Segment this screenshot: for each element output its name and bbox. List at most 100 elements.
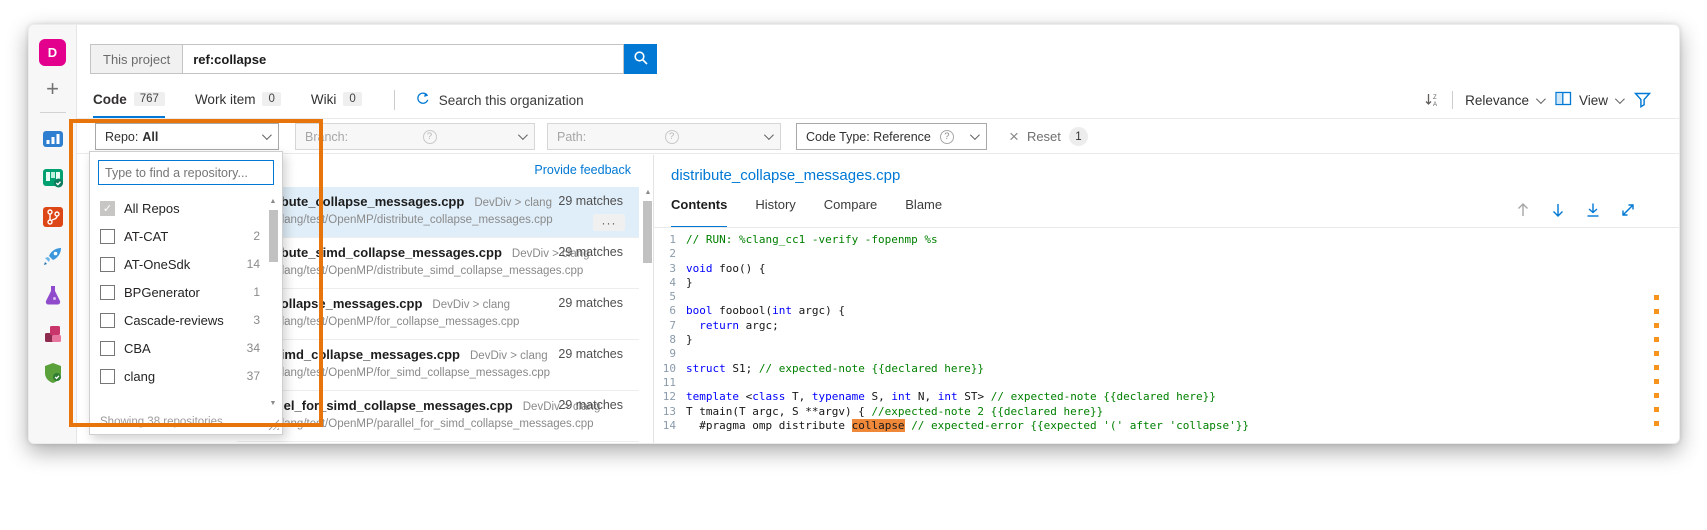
- sidebar: D +: [29, 25, 77, 443]
- chevron-down-icon: [970, 130, 980, 140]
- expand-fullscreen-icon[interactable]: [1619, 201, 1637, 219]
- search-input[interactable]: [183, 45, 623, 73]
- scroll-up-icon[interactable]: ▲: [266, 196, 280, 208]
- repo-option[interactable]: AT-OneSdk 14: [90, 250, 264, 278]
- repo-option[interactable]: AT-CAT 2: [90, 222, 264, 250]
- tab-contents[interactable]: Contents: [671, 197, 727, 228]
- repo-list: ✓ All Repos AT-CAT 2 AT-OneSdk 14 BPGene…: [90, 194, 264, 390]
- results-scrollbar[interactable]: ▲: [641, 187, 653, 443]
- filter-funnel-icon[interactable]: [1634, 92, 1651, 108]
- sidebar-divider: [40, 112, 66, 113]
- result-path: /llvm/clang/test/OpenMP/for_collapse_mes…: [249, 316, 629, 328]
- search-button[interactable]: [624, 44, 657, 74]
- repo-option[interactable]: Cascade-reviews 3: [90, 306, 264, 334]
- results-list: distribute_collapse_messages.cppDevDiv >…: [237, 187, 639, 443]
- result-row[interactable]: distribute_simd_collapse_messages.cppDev…: [237, 238, 639, 289]
- repo-option-count: 34: [247, 341, 264, 355]
- chevron-down-icon: [1536, 94, 1546, 104]
- result-row[interactable]: distribute_collapse_messages.cppDevDiv >…: [237, 187, 639, 238]
- result-row[interactable]: for_simd_collapse_messages.cppDevDiv > c…: [237, 340, 639, 391]
- repo-option-label: clang: [124, 369, 155, 384]
- repo-option-count: 2: [253, 229, 264, 243]
- chevron-down-icon: [518, 130, 528, 140]
- artifacts-icon[interactable]: [40, 321, 66, 347]
- test-plans-icon[interactable]: [40, 282, 66, 308]
- repo-option[interactable]: CBA 34: [90, 334, 264, 362]
- reset-filters-button[interactable]: × Reset 1: [1009, 123, 1088, 150]
- result-repo: DevDiv > clang: [432, 299, 510, 311]
- checkbox-icon[interactable]: [100, 313, 115, 328]
- tab-wiki[interactable]: Wiki 0: [311, 82, 362, 118]
- tab-compare[interactable]: Compare: [824, 197, 877, 228]
- repo-filter[interactable]: Repo: All: [95, 123, 279, 150]
- repos-icon[interactable]: [40, 204, 66, 230]
- view-dropdown[interactable]: View: [1555, 91, 1622, 109]
- tab-code[interactable]: Code 767: [93, 82, 165, 118]
- search-organization-label: Search this organization: [439, 93, 584, 108]
- previous-match-icon[interactable]: [1514, 201, 1532, 219]
- repo-option-all[interactable]: ✓ All Repos: [90, 194, 264, 222]
- repo-dropdown-footer: Showing 38 repositories: [90, 409, 282, 434]
- tab-work-item[interactable]: Work item 0: [195, 82, 281, 118]
- dropdown-scrollbar[interactable]: ▲ ▼: [266, 196, 280, 410]
- result-path: /llvm/clang/test/OpenMP/for_simd_collaps…: [249, 367, 629, 379]
- checkbox-icon[interactable]: [100, 229, 115, 244]
- view-label: View: [1579, 93, 1608, 108]
- toolbar-divider: [1452, 91, 1453, 109]
- results-tabs-row: Code 767 Work item 0 Wiki 0 Search this …: [77, 82, 1679, 119]
- download-icon[interactable]: [1584, 201, 1602, 219]
- help-icon: ?: [940, 130, 954, 144]
- repo-dropdown-panel: ✓ All Repos AT-CAT 2 AT-OneSdk 14 BPGene…: [89, 151, 283, 435]
- code-type-filter[interactable]: Code Type: Reference ?: [796, 123, 987, 150]
- add-icon[interactable]: +: [46, 79, 59, 99]
- chevron-down-icon: [764, 130, 774, 140]
- checkbox-checked-icon[interactable]: ✓: [100, 201, 115, 216]
- help-icon: ?: [423, 130, 437, 144]
- compliance-shield-icon[interactable]: [40, 360, 66, 386]
- checkbox-icon[interactable]: [100, 341, 115, 356]
- file-title-link[interactable]: distribute_collapse_messages.cpp: [671, 167, 900, 184]
- pipelines-icon[interactable]: [40, 243, 66, 269]
- search-scope-chip[interactable]: This project: [91, 45, 183, 73]
- result-filename: parallel_for_simd_collapse_messages.cpp: [249, 398, 513, 413]
- code-line: 7 return argc;: [654, 319, 1679, 333]
- result-match-count: 29 matches: [552, 347, 623, 361]
- code-line: 6bool foobool(int argc) {: [654, 304, 1679, 318]
- search-box: This project: [90, 44, 624, 74]
- checkbox-icon[interactable]: [100, 369, 115, 384]
- next-match-icon[interactable]: [1549, 201, 1567, 219]
- checkbox-icon[interactable]: [100, 285, 115, 300]
- sort-by-dropdown[interactable]: Relevance: [1465, 93, 1543, 108]
- reset-count-badge: 1: [1069, 127, 1088, 146]
- provide-feedback-link[interactable]: Provide feedback: [534, 163, 631, 177]
- scrollbar-thumb[interactable]: [269, 210, 278, 262]
- svg-text:Z: Z: [1433, 95, 1437, 101]
- repo-search-input[interactable]: [98, 160, 274, 185]
- path-filter[interactable]: Path: ?: [547, 123, 781, 150]
- result-match-count: 29 matches: [552, 245, 623, 259]
- more-options-button[interactable]: ···: [593, 214, 625, 231]
- sort-order-icon[interactable]: ZA: [1424, 92, 1440, 108]
- checkbox-icon[interactable]: [100, 257, 115, 272]
- tabs-divider: [394, 90, 395, 110]
- repo-option-label: Cascade-reviews: [124, 313, 224, 328]
- reset-label: Reset: [1027, 129, 1061, 144]
- result-row[interactable]: parallel_for_simd_collapse_messages.cppD…: [237, 391, 639, 442]
- result-match-count: 29 matches: [552, 398, 623, 412]
- path-filter-label: Path:: [557, 130, 586, 144]
- search-organization-link[interactable]: Search this organization: [415, 91, 584, 109]
- tab-history[interactable]: History: [755, 197, 795, 228]
- boards-icon[interactable]: [40, 165, 66, 191]
- result-path: /llvm/clang/test/OpenMP/distribute_simd_…: [249, 265, 629, 277]
- tab-code-count: 767: [134, 92, 165, 106]
- tab-blame[interactable]: Blame: [905, 197, 942, 228]
- code-type-filter-label: Code Type: Reference: [806, 130, 931, 144]
- code-viewer[interactable]: 1// RUN: %clang_cc1 -verify -fopenmp %s2…: [654, 233, 1679, 443]
- repo-option[interactable]: BPGenerator 1: [90, 278, 264, 306]
- branch-filter[interactable]: Branch: ?: [295, 123, 535, 150]
- project-avatar[interactable]: D: [39, 39, 66, 66]
- scrollbar-thumb[interactable]: [643, 201, 652, 263]
- repo-option[interactable]: clang 37: [90, 362, 264, 390]
- overview-icon[interactable]: [40, 126, 66, 152]
- result-row[interactable]: for_collapse_messages.cppDevDiv > clang …: [237, 289, 639, 340]
